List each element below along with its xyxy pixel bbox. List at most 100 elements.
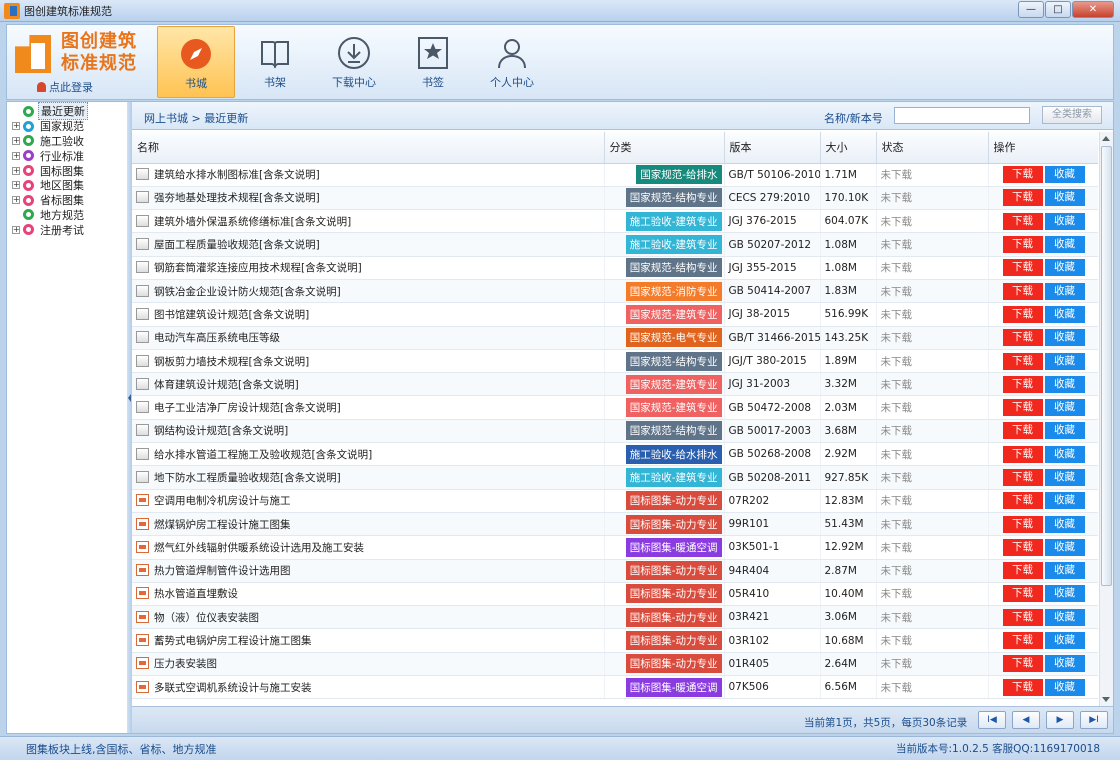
expand-icon[interactable]: + bbox=[12, 136, 20, 145]
table-row[interactable]: 多联式空调机系统设计与施工安装 国标图集-暖通空调 07K506 6.56M 未下载 下载… bbox=[132, 675, 1098, 700]
book-name-cell[interactable]: 钢筋套筒灌浆连接应用技术规程[含条文说明] bbox=[132, 256, 605, 280]
column-header-version[interactable]: 版本 bbox=[724, 132, 821, 164]
tree-node[interactable]: + 行业标准 bbox=[7, 148, 127, 163]
scrollbar-thumb[interactable] bbox=[1101, 146, 1112, 586]
nav-download-center-button[interactable]: 下载中心 bbox=[315, 26, 393, 98]
book-name-cell[interactable]: 电动汽车高压系统电压等级 bbox=[132, 326, 605, 350]
expand-icon[interactable]: + bbox=[12, 181, 20, 190]
table-row[interactable]: 蓄势式电锅炉房工程设计施工图集 国标图集-动力专业 03R102 10.68M 未下载下… bbox=[132, 628, 1098, 653]
download-button[interactable]: 下载 bbox=[1002, 469, 1043, 486]
search-input[interactable] bbox=[894, 107, 1030, 124]
book-name-cell[interactable]: 钢结构设计规范[含条文说明] bbox=[132, 419, 605, 444]
column-header-size[interactable]: 大小 bbox=[820, 132, 877, 164]
favorite-button[interactable]: 收藏 bbox=[1044, 259, 1085, 277]
download-button[interactable]: 下载 bbox=[1002, 166, 1043, 184]
download-button[interactable]: 下载 bbox=[1002, 352, 1043, 370]
favorite-button[interactable]: 收藏 bbox=[1044, 655, 1085, 673]
expand-icon[interactable]: + bbox=[12, 151, 20, 160]
table-row[interactable]: 给水排水管道工程施工及验收规范[含条文说明] 施工验收-给水排水 GB 50268-… bbox=[132, 442, 1098, 467]
favorite-button[interactable]: 收藏 bbox=[1044, 445, 1085, 463]
download-button[interactable]: 下载 bbox=[1002, 282, 1043, 300]
book-name-cell[interactable]: 压力表安装图 bbox=[132, 652, 605, 677]
prev-page-button[interactable]: ◀ bbox=[1012, 711, 1040, 729]
table-row[interactable]: 电动汽车高压系统电压等级 国家规范-电气专业 GB/T 31466-2015 143.… bbox=[132, 326, 1098, 350]
download-button[interactable]: 下载 bbox=[1002, 538, 1043, 556]
download-button[interactable]: 下载 bbox=[1002, 329, 1043, 347]
table-row[interactable]: 强夯地基处理技术规程[含条文说明] 国家规范-结构专业 CECS 279:2010 1… bbox=[132, 186, 1098, 211]
book-name-cell[interactable]: 钢板剪力墙技术规程[含条文说明] bbox=[132, 349, 605, 374]
download-button[interactable]: 下载 bbox=[1002, 422, 1043, 440]
favorite-button[interactable]: 收藏 bbox=[1044, 282, 1085, 300]
book-name-cell[interactable]: 燃煤锅炉房工程设计施工图集 bbox=[132, 512, 605, 537]
download-button[interactable]: 下载 bbox=[1002, 562, 1043, 580]
expand-icon[interactable]: + bbox=[12, 225, 20, 234]
table-row[interactable]: 钢铁冶金企业设计防火规范[含条文说明] 国家规范-消防专业 GB 50414-200… bbox=[132, 279, 1098, 304]
book-name-cell[interactable]: 热力管道焊制管件设计选用图 bbox=[132, 559, 605, 583]
book-name-cell[interactable]: 建筑给水排水制图标准[含条文说明] bbox=[132, 163, 605, 187]
table-row[interactable]: 空调用电制冷机房设计与施工 国标图集-动力专业 07R202 12.83M 未下载 下载收… bbox=[132, 489, 1098, 513]
nav-bookmark-button[interactable]: 书签 bbox=[394, 26, 472, 98]
table-row[interactable]: 屋面工程质量验收规范[含条文说明] 施工验收-建筑专业 GB 50207-2012 1… bbox=[132, 232, 1098, 257]
download-button[interactable]: 下载 bbox=[1002, 259, 1043, 277]
expand-icon[interactable]: + bbox=[12, 122, 20, 131]
breadcrumb-root-link[interactable]: 网上书城 bbox=[144, 112, 188, 125]
table-row[interactable]: 体育建筑设计规范[含条文说明] 国家规范-建筑专业 JGJ 31-2003 3.32M… bbox=[132, 372, 1098, 397]
book-name-cell[interactable]: 建筑外墙外保温系统修缮标准[含条文说明] bbox=[132, 209, 605, 234]
book-name-cell[interactable]: 图书馆建筑设计规范[含条文说明] bbox=[132, 302, 605, 327]
table-row[interactable]: 压力表安装图 国标图集-动力专业 01R405 2.64M 未下载 下载 收藏 bbox=[132, 652, 1098, 677]
table-row[interactable]: 热水管道直埋敷设 国标图集-动力专业 05R410 10.40M 未下载 下载 收藏 bbox=[132, 582, 1098, 607]
table-row[interactable]: 电子工业洁净厂房设计规范[含条文说明] 国家规范-建筑专业 GB 50472-200… bbox=[132, 395, 1098, 420]
favorite-button[interactable]: 收藏 bbox=[1044, 189, 1085, 207]
favorite-button[interactable]: 收藏 bbox=[1044, 678, 1085, 696]
table-row[interactable]: 图书馆建筑设计规范[含条文说明] 国家规范-建筑专业 JGJ 38-2015 516.… bbox=[132, 302, 1098, 327]
favorite-button[interactable]: 收藏 bbox=[1044, 492, 1085, 510]
book-name-cell[interactable]: 多联式空调机系统设计与施工安装 bbox=[132, 675, 605, 700]
tree-node[interactable]: + 国标图集 bbox=[7, 163, 127, 178]
book-name-cell[interactable]: 钢铁冶金企业设计防火规范[含条文说明] bbox=[132, 279, 605, 304]
tree-node[interactable]: + 地区图集 bbox=[7, 178, 127, 193]
nav-user-center-button[interactable]: 个人中心 bbox=[473, 26, 551, 98]
tree-node[interactable]: 最近更新 bbox=[7, 102, 127, 121]
vertical-scrollbar[interactable] bbox=[1099, 132, 1113, 706]
download-button[interactable]: 下载 bbox=[1002, 632, 1043, 650]
favorite-button[interactable]: 收藏 bbox=[1044, 422, 1085, 440]
tree-node[interactable]: + 施工验收 bbox=[7, 134, 127, 149]
download-button[interactable]: 下载 bbox=[1002, 189, 1043, 207]
next-page-button[interactable]: ▶ bbox=[1046, 711, 1074, 729]
download-button[interactable]: 下载 bbox=[1002, 399, 1043, 417]
favorite-button[interactable]: 收藏 bbox=[1044, 562, 1085, 580]
download-button[interactable]: 下载 bbox=[1002, 212, 1043, 230]
table-row[interactable]: 钢板剪力墙技术规程[含条文说明] 国家规范-结构专业 JGJ/T 380-2015 1… bbox=[132, 349, 1098, 374]
download-button[interactable]: 下载 bbox=[1002, 375, 1043, 393]
tree-node[interactable]: 地方规范 bbox=[7, 208, 127, 223]
download-button[interactable]: 下载 bbox=[1002, 608, 1043, 626]
login-link[interactable]: 点此登录 bbox=[37, 79, 93, 95]
book-name-cell[interactable]: 热水管道直埋敷设 bbox=[132, 582, 605, 607]
book-name-cell[interactable]: 蓄势式电锅炉房工程设计施工图集 bbox=[132, 628, 605, 653]
minimize-button[interactable]: — bbox=[1018, 1, 1044, 18]
download-button[interactable]: 下载 bbox=[1002, 492, 1043, 510]
favorite-button[interactable]: 收藏 bbox=[1044, 469, 1085, 486]
book-name-cell[interactable]: 电子工业洁净厂房设计规范[含条文说明] bbox=[132, 395, 605, 420]
nav-bookshelf-button[interactable]: 书架 bbox=[236, 26, 314, 98]
scroll-up-icon[interactable] bbox=[1102, 136, 1110, 141]
download-button[interactable]: 下载 bbox=[1002, 655, 1043, 673]
last-page-button[interactable]: ▶I bbox=[1080, 711, 1108, 729]
favorite-button[interactable]: 收藏 bbox=[1044, 329, 1085, 347]
table-row[interactable]: 建筑给水排水制图标准[含条文说明] 国家规范-给排水 GB/T 50106-2010… bbox=[132, 163, 1098, 187]
search-all-button[interactable]: 全类搜索 bbox=[1042, 106, 1102, 124]
first-page-button[interactable]: I◀ bbox=[978, 711, 1006, 729]
expand-icon[interactable]: + bbox=[12, 166, 20, 175]
table-row[interactable]: 物（液）位仪表安装图 国标图集-动力专业 03R421 3.06M 未下载 下载 收藏 bbox=[132, 605, 1098, 630]
maximize-button[interactable]: □ bbox=[1045, 1, 1071, 18]
favorite-button[interactable]: 收藏 bbox=[1044, 399, 1085, 417]
favorite-button[interactable]: 收藏 bbox=[1044, 538, 1085, 556]
favorite-button[interactable]: 收藏 bbox=[1044, 305, 1085, 323]
favorite-button[interactable]: 收藏 bbox=[1044, 515, 1085, 533]
table-row[interactable]: 钢结构设计规范[含条文说明] 国家规范-结构专业 GB 50017-2003 3.68… bbox=[132, 419, 1098, 444]
book-name-cell[interactable]: 强夯地基处理技术规程[含条文说明] bbox=[132, 186, 605, 211]
download-button[interactable]: 下载 bbox=[1002, 585, 1043, 603]
favorite-button[interactable]: 收藏 bbox=[1044, 375, 1085, 393]
column-header-name[interactable]: 名称 bbox=[132, 132, 605, 164]
favorite-button[interactable]: 收藏 bbox=[1044, 352, 1085, 370]
